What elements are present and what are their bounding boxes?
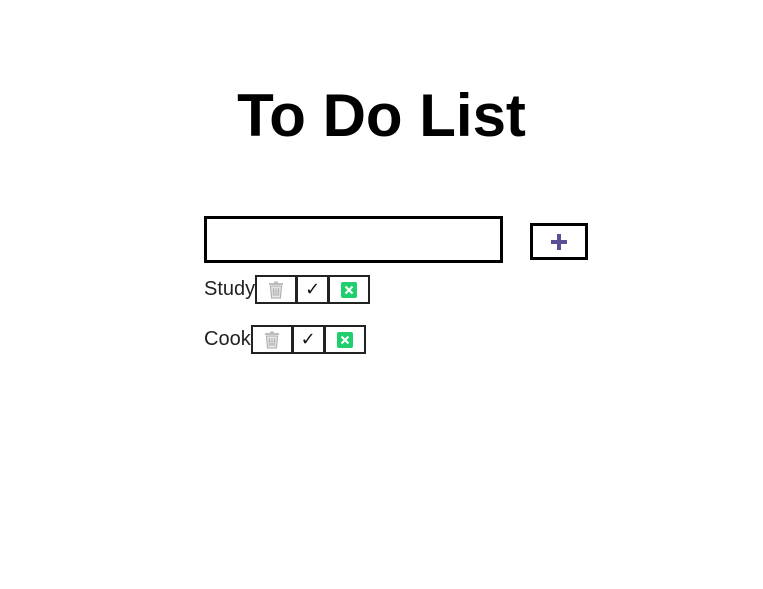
delete-button[interactable] xyxy=(255,275,298,304)
todo-text: Study xyxy=(204,278,256,300)
todo-item: Cook ✓ xyxy=(204,325,370,354)
page-title: To Do List xyxy=(237,82,526,149)
cancel-button[interactable] xyxy=(323,325,366,354)
todo-item: Study ✓ xyxy=(204,275,371,304)
todo-page: To Do List Study ✓ Cook ✓ xyxy=(0,0,763,589)
add-task-button[interactable] xyxy=(530,223,588,260)
complete-button[interactable]: ✓ xyxy=(291,325,325,354)
cancel-button[interactable] xyxy=(328,275,371,304)
cross-box-icon xyxy=(336,331,353,348)
delete-button[interactable] xyxy=(250,325,293,354)
cross-box-icon xyxy=(341,281,358,298)
trash-icon xyxy=(264,331,279,348)
todo-text: Cook xyxy=(204,328,251,350)
todo-list: Study ✓ Cook ✓ xyxy=(204,275,371,375)
task-input[interactable] xyxy=(204,216,503,263)
complete-button[interactable]: ✓ xyxy=(296,275,330,304)
plus-icon xyxy=(551,233,567,250)
checkmark-icon: ✓ xyxy=(305,278,321,300)
checkmark-icon: ✓ xyxy=(300,328,316,350)
trash-icon xyxy=(269,281,284,298)
